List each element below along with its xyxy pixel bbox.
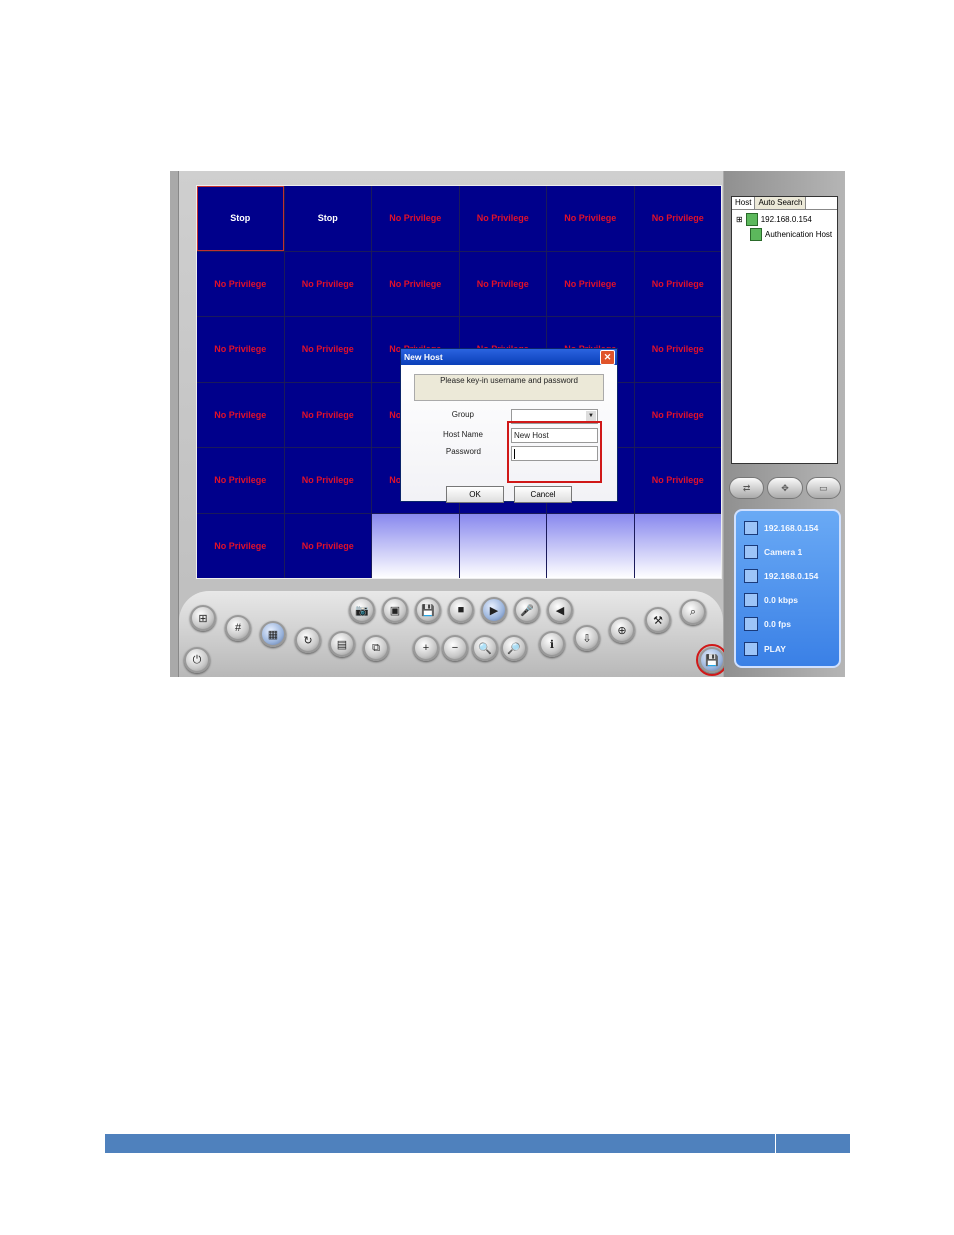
ok-button[interactable]: OK — [446, 486, 504, 503]
sequence-button[interactable]: ↻ — [295, 627, 321, 653]
video-cell[interactable] — [634, 513, 721, 578]
layout-36-button[interactable]: ▦ — [260, 621, 286, 647]
dialog-message: Please key-in username and password — [414, 374, 604, 401]
save-button[interactable]: 💾 — [415, 597, 441, 623]
camera-icon — [744, 545, 758, 559]
video-cell[interactable]: No Privilege — [459, 251, 546, 316]
video-cell[interactable]: No Privilege — [634, 448, 721, 513]
info-button[interactable]: ℹ — [539, 631, 565, 657]
play-status: PLAY — [764, 644, 786, 654]
video-cell[interactable]: No Privilege — [284, 382, 371, 447]
host-group-icon — [750, 228, 762, 241]
layout-9-button[interactable]: # — [225, 615, 251, 641]
monitor-button[interactable]: ▭ — [805, 477, 841, 499]
layout-4-button[interactable]: ⊞ — [190, 605, 216, 631]
host-icon — [745, 213, 758, 226]
zoom-in-button[interactable]: 🔍 — [472, 635, 498, 661]
video-cell[interactable]: No Privilege — [634, 186, 721, 251]
video-cell[interactable]: No Privilege — [197, 448, 284, 513]
video-cell[interactable]: No Privilege — [197, 513, 284, 578]
snapshot-button[interactable]: 📷 — [349, 597, 375, 623]
settings-tools-button[interactable]: ⚒ — [645, 607, 671, 633]
video-cell[interactable]: No Privilege — [372, 186, 459, 251]
expand-icon[interactable]: ⊞ — [736, 215, 743, 224]
network-button[interactable]: ⧉ — [363, 635, 389, 661]
tab-auto-search[interactable]: Auto Search — [755, 197, 807, 209]
video-cell[interactable]: No Privilege — [372, 251, 459, 316]
host-label: 192.168.0.154 — [760, 215, 812, 224]
microphone-button[interactable]: 🎤 — [514, 597, 540, 623]
video-cell[interactable]: No Privilege — [634, 251, 721, 316]
close-icon[interactable]: ✕ — [600, 350, 615, 365]
dialog-title: New Host — [404, 352, 443, 362]
status-panel: 192.168.0.154 Camera 1 192.168.0.154 0.0… — [734, 509, 841, 668]
tab-host[interactable]: Host — [732, 197, 756, 209]
highlight-box — [507, 421, 602, 483]
add-host-button[interactable]: ⊕ — [609, 617, 635, 643]
search-button[interactable]: ⌕ — [680, 599, 706, 625]
video-cell[interactable]: No Privilege — [197, 251, 284, 316]
side-panel: Host Auto Search ⊞ 192.168.0.154 Autheni… — [724, 171, 845, 677]
stop-button[interactable]: ■ — [448, 597, 474, 623]
ptz-control-button[interactable]: ✥ — [767, 477, 803, 499]
layout-16-button[interactable]: ▤ — [329, 631, 355, 657]
video-cell[interactable]: No Privilege — [547, 251, 634, 316]
framerate: 0.0 fps — [764, 619, 791, 629]
remove-window-button[interactable]: − — [442, 635, 468, 661]
host-ip: 192.168.0.154 — [764, 571, 819, 581]
video-cell[interactable]: No Privilege — [284, 251, 371, 316]
zoom-out-button[interactable]: 🔎 — [501, 635, 527, 661]
video-cell[interactable]: No Privilege — [459, 186, 546, 251]
server-ip: 192.168.0.154 — [764, 523, 819, 533]
password-label: Password — [445, 447, 481, 456]
video-cell[interactable]: Stop — [284, 186, 371, 251]
auth-host-label: Authenication Host — [765, 230, 833, 239]
group-label: Group — [451, 410, 474, 419]
camera-name: Camera 1 — [764, 547, 803, 557]
add-window-button[interactable]: + — [413, 635, 439, 661]
hostname-label: Host Name — [442, 430, 483, 439]
server-icon — [744, 521, 758, 535]
video-cell[interactable]: No Privilege — [197, 317, 284, 382]
bitrate: 0.0 kbps — [764, 595, 799, 605]
video-cell[interactable]: No Privilege — [547, 186, 634, 251]
tree-node-host[interactable]: ⊞ 192.168.0.154 — [736, 213, 812, 226]
video-cell[interactable]: No Privilege — [284, 448, 371, 513]
new-host-dialog: New Host ✕ Please key-in username and pa… — [400, 348, 618, 503]
video-cell[interactable]: No Privilege — [634, 382, 721, 447]
video-cell[interactable] — [547, 513, 634, 578]
film-icon — [744, 617, 758, 631]
host-icon — [744, 569, 758, 583]
video-cell[interactable]: Stop — [197, 186, 284, 251]
video-cell[interactable]: No Privilege — [634, 317, 721, 382]
ptz-button[interactable]: ⇩ — [574, 625, 600, 651]
speaker-button[interactable]: ◀ — [547, 597, 573, 623]
power-button[interactable]: ⏻ — [184, 647, 210, 673]
host-tree: Host Auto Search ⊞ 192.168.0.154 Autheni… — [731, 196, 838, 464]
play-status-icon — [744, 642, 758, 656]
play-button[interactable]: ▶ — [481, 597, 507, 623]
video-cell[interactable] — [459, 513, 546, 578]
video-cell[interactable]: No Privilege — [197, 382, 284, 447]
save-host-button[interactable]: 💾 — [696, 644, 728, 676]
page-footer-bar — [105, 1134, 850, 1153]
video-cell[interactable] — [372, 513, 459, 578]
tree-node-auth-host[interactable]: Authenication Host — [750, 228, 832, 241]
video-cell[interactable]: No Privilege — [284, 513, 371, 578]
connect-button[interactable]: ⇄ — [729, 477, 765, 499]
control-panel: 📷 ▣ 💾 ■ ▶ 🎤 ◀ ⊞ # ▦ ↻ ▤ ⧉ + − 🔍 🔎 ℹ ⇩ ⊕ … — [179, 591, 728, 677]
video-cell[interactable]: No Privilege — [284, 317, 371, 382]
cancel-button[interactable]: Cancel — [514, 486, 572, 503]
print-button[interactable]: ▣ — [382, 597, 408, 623]
bitrate-icon — [744, 593, 758, 607]
